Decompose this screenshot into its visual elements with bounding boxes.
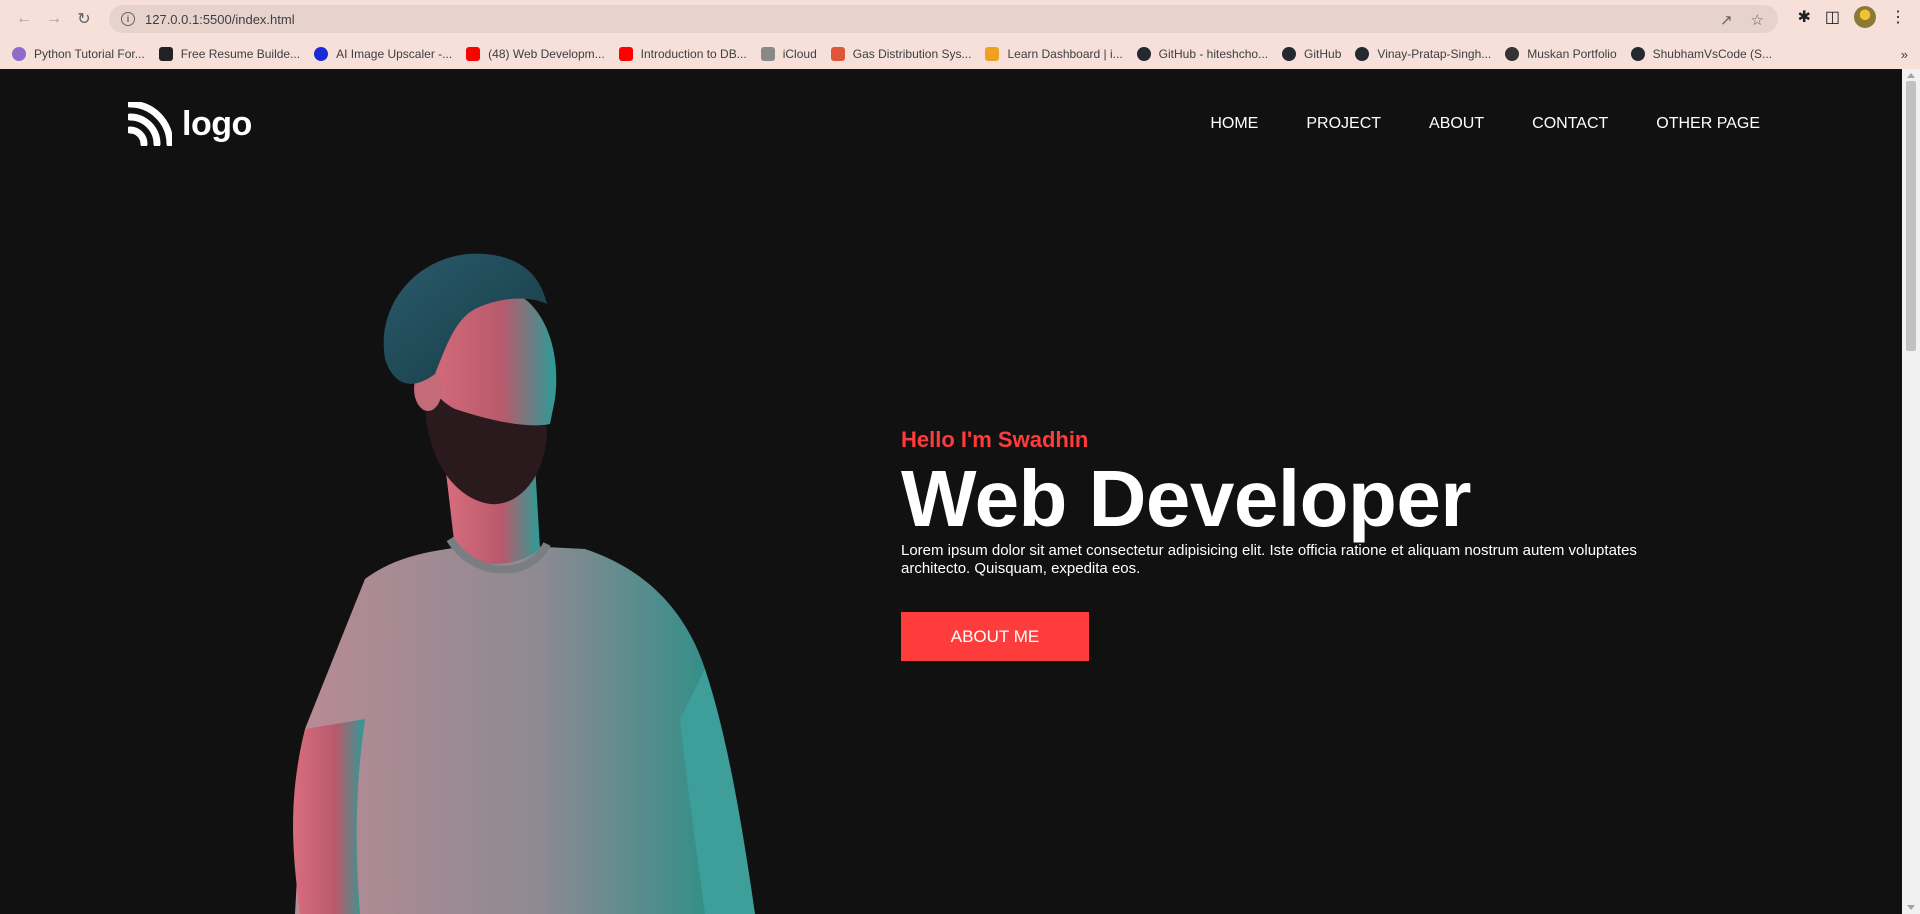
bookmark-item[interactable]: GitHub - hiteshcho... [1136, 46, 1269, 61]
bookmark-label: (48) Web Developm... [488, 46, 605, 61]
site-info-icon[interactable]: i [121, 12, 135, 26]
url-text: 127.0.0.1:5500/index.html [145, 11, 295, 27]
logo-text: logo [182, 104, 252, 143]
nav-project[interactable]: PROJECT [1306, 115, 1381, 133]
nav-home[interactable]: HOME [1210, 115, 1258, 133]
scroll-up-icon[interactable] [1907, 73, 1915, 78]
bookmark-item[interactable]: ShubhamVsCode (S... [1630, 46, 1773, 61]
bookmark-item[interactable]: Learn Dashboard | i... [985, 46, 1123, 61]
hero-portrait [293, 253, 755, 914]
bookmark-label: Introduction to DB... [640, 46, 747, 61]
bookmark-label: AI Image Upscaler -... [336, 46, 453, 61]
u-circle-icon [314, 46, 329, 61]
side-panel-icon[interactable]: ◫ [1825, 7, 1840, 27]
nav-about[interactable]: ABOUT [1429, 115, 1484, 133]
share-icon[interactable]: ↗ [1720, 11, 1733, 29]
bookmark-item[interactable]: Vinay-Pratap-Singh... [1355, 46, 1492, 61]
github-icon [1136, 46, 1151, 61]
bookmark-item[interactable]: Muskan Portfolio [1505, 46, 1617, 61]
nav-contact[interactable]: CONTACT [1532, 115, 1608, 133]
browser-toolbar: ← → ↻ i 127.0.0.1:5500/index.html ↗ ☆ ✱ … [0, 0, 1920, 38]
apple-icon [760, 46, 775, 61]
page-scrollbar[interactable] [1902, 69, 1920, 914]
address-bar[interactable]: i 127.0.0.1:5500/index.html ↗ ☆ [109, 5, 1778, 33]
more-bookmarks-icon[interactable]: » [1901, 47, 1908, 62]
bookmark-item[interactable]: GitHub [1282, 46, 1342, 61]
extensions-icon[interactable]: ✱ [1797, 7, 1810, 27]
forward-icon[interactable]: → [40, 5, 68, 33]
bookmark-label: GitHub [1304, 46, 1342, 61]
globe-icon [1505, 46, 1520, 61]
page-viewport: logo HOME PROJECT ABOUT CONTACT OTHER PA… [0, 69, 1902, 914]
bookmark-label: Gas Distribution Sys... [852, 46, 972, 61]
bookmark-item[interactable]: Gas Distribution Sys... [830, 46, 972, 61]
scroll-down-icon[interactable] [1907, 905, 1915, 910]
bookmark-label: ShubhamVsCode (S... [1652, 46, 1773, 61]
profile-avatar[interactable] [1854, 6, 1876, 28]
hero-section: Hello I'm Swadhin Web Developer Lorem ip… [901, 427, 1701, 661]
bookmark-item[interactable]: iCloud [760, 46, 817, 61]
bookmarks-bar: Python Tutorial For... Free Resume Builde… [0, 38, 1920, 69]
person-icon [12, 46, 26, 61]
nav-other-page[interactable]: OTHER PAGE [1656, 115, 1760, 133]
back-icon[interactable]: ← [10, 5, 38, 33]
bookmark-label: GitHub - hiteshcho... [1158, 46, 1269, 61]
bookmark-label: Vinay-Pratap-Singh... [1377, 46, 1492, 61]
scrollbar-thumb[interactable] [1906, 81, 1916, 351]
youtube-icon [466, 46, 481, 61]
bookmark-item[interactable]: AI Image Upscaler -... [314, 46, 453, 61]
learn-icon [985, 46, 1000, 61]
hero-title: Web Developer [901, 454, 1471, 543]
bird-icon [158, 46, 173, 61]
reload-icon[interactable]: ↻ [70, 5, 98, 33]
github-icon [1282, 46, 1297, 61]
about-me-button[interactable]: ABOUT ME [901, 612, 1089, 661]
browser-chrome: ← → ↻ i 127.0.0.1:5500/index.html ↗ ☆ ✱ … [0, 0, 1920, 69]
menu-icon[interactable]: ⋮ [1890, 7, 1906, 27]
youtube-icon [618, 46, 633, 61]
bookmark-label: Muskan Portfolio [1527, 46, 1617, 61]
hero-description: Lorem ipsum dolor sit amet consectetur a… [901, 542, 1637, 577]
main-nav: HOME PROJECT ABOUT CONTACT OTHER PAGE [1210, 115, 1760, 133]
hero-greeting: Hello I'm Swadhin [901, 427, 1089, 452]
bookmark-label: Python Tutorial For... [34, 46, 145, 61]
logo-icon [128, 102, 172, 146]
bookmark-item[interactable]: Python Tutorial For... [12, 46, 145, 61]
bookmark-item[interactable]: (48) Web Developm... [466, 46, 605, 61]
github-icon [1630, 46, 1645, 61]
github-icon [1355, 46, 1370, 61]
site-logo[interactable]: logo [128, 102, 252, 146]
bookmark-label: iCloud [782, 46, 817, 61]
bookmark-item[interactable]: Free Resume Builde... [158, 46, 301, 61]
pinwheel-icon [830, 46, 845, 61]
bookmark-label: Free Resume Builde... [180, 46, 301, 61]
bookmark-label: Learn Dashboard | i... [1007, 46, 1123, 61]
bookmark-star-icon[interactable]: ☆ [1751, 11, 1764, 29]
bookmark-item[interactable]: Introduction to DB... [618, 46, 747, 61]
